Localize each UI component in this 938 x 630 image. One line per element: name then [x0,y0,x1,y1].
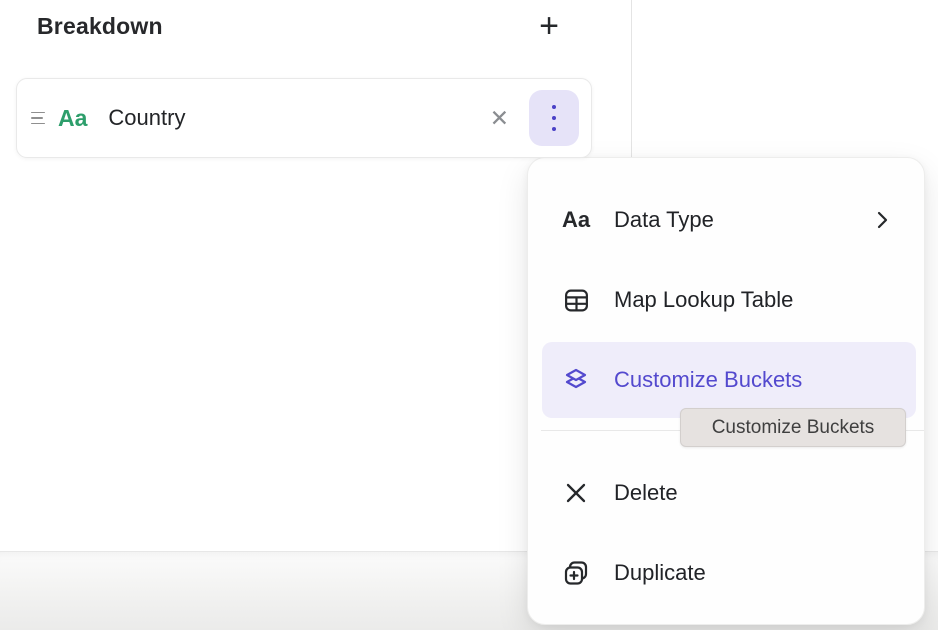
remove-field-button[interactable]: ✕ [482,101,517,136]
menu-item-delete[interactable]: Delete [542,455,916,531]
breakdown-field-card[interactable]: Aa Country ✕ [16,78,592,158]
chevron-right-icon [874,209,890,231]
menu-item-label: Duplicate [614,560,706,586]
customize-buckets-tooltip: Customize Buckets [680,408,906,447]
kebab-dot [552,116,557,121]
menu-item-map-lookup-table[interactable]: Map Lookup Table [542,262,916,338]
menu-item-label: Data Type [614,207,714,233]
breakdown-header: Breakdown + [37,6,597,46]
drag-handle-icon[interactable] [31,112,45,125]
page-title: Breakdown [37,13,163,40]
duplicate-icon [561,559,591,587]
text-data-type-icon: Aa [58,105,87,132]
tooltip-text: Customize Buckets [712,417,875,439]
menu-item-label: Map Lookup Table [614,287,793,313]
menu-item-label: Customize Buckets [614,367,802,393]
more-options-button[interactable] [529,90,579,146]
menu-item-duplicate[interactable]: Duplicate [542,535,916,611]
kebab-dot [552,105,557,110]
kebab-dot [552,127,557,132]
menu-item-label: Delete [614,480,678,506]
menu-item-data-type[interactable]: Aa Data Type [542,182,916,258]
text-data-type-icon: Aa [561,207,591,233]
field-options-menu: Aa Data Type Map Lookup Table Customize … [527,157,925,625]
add-breakdown-button[interactable]: + [529,6,569,46]
table-icon [561,287,591,314]
close-icon [561,481,591,505]
layers-icon [561,366,591,394]
menu-item-customize-buckets[interactable]: Customize Buckets [542,342,916,418]
field-name: Country [108,105,185,131]
